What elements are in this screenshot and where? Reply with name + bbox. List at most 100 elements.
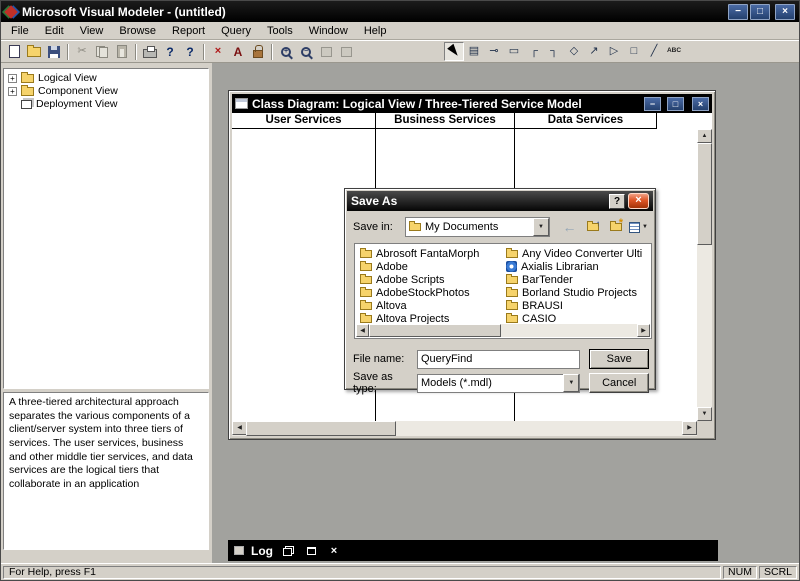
new-button[interactable] xyxy=(4,42,24,61)
delete-button[interactable]: × xyxy=(208,42,228,61)
context-help-button[interactable]: ? xyxy=(160,42,180,61)
log-close-button[interactable]: × xyxy=(326,544,342,558)
zoom-out-button[interactable]: − xyxy=(296,42,316,61)
scroll-right-button[interactable]: ▶ xyxy=(682,421,697,435)
dialog-help-button[interactable]: ? xyxy=(609,194,625,209)
folder-item[interactable]: Abrosoft FantaMorph xyxy=(360,247,479,260)
menu-help[interactable]: Help xyxy=(356,23,395,39)
folder-item[interactable]: BRAUSI xyxy=(506,299,642,312)
view-menu-button[interactable]: ▼ xyxy=(628,218,649,237)
dialog-titlebar[interactable]: Save As ? × xyxy=(347,191,653,211)
folder-item[interactable]: Altova xyxy=(360,299,479,312)
scroll-left-button[interactable]: ◀ xyxy=(232,421,247,435)
association-directed-tool-button[interactable]: ┐ xyxy=(544,42,564,61)
folder-item[interactable]: Adobe Scripts xyxy=(360,273,479,286)
fit-window-button[interactable] xyxy=(316,42,336,61)
titlebar[interactable]: Microsoft Visual Modeler - (untitled) − … xyxy=(1,1,799,22)
help-button[interactable]: ? xyxy=(180,42,200,61)
copy-button[interactable] xyxy=(92,42,112,61)
scroll-right-button[interactable]: ▶ xyxy=(637,324,650,337)
aggregation-tool-button[interactable]: ◇ xyxy=(564,42,584,61)
column-header-data-services: Data Services xyxy=(515,113,657,129)
cut-button[interactable]: ✂ xyxy=(72,42,92,61)
horizontal-scroll-thumb[interactable] xyxy=(246,421,396,436)
maximize-button[interactable]: □ xyxy=(750,4,770,20)
folder-item[interactable]: Adobe xyxy=(360,260,479,273)
menu-query[interactable]: Query xyxy=(213,23,259,39)
menu-tools[interactable]: Tools xyxy=(259,23,301,39)
menu-browse[interactable]: Browse xyxy=(111,23,164,39)
folder-icon xyxy=(409,223,421,231)
generalization-tool-button[interactable]: ▷ xyxy=(604,42,624,61)
folder-item[interactable]: BarTender xyxy=(506,273,642,286)
up-one-level-button[interactable]: ↑ xyxy=(582,218,603,237)
text-tool-button[interactable]: ABC xyxy=(664,42,684,61)
vertical-scroll-thumb[interactable] xyxy=(697,143,712,245)
minimize-button[interactable]: − xyxy=(728,4,748,20)
tree-item-component-view[interactable]: + Component View xyxy=(8,85,206,97)
list-horizontal-scrollbar[interactable]: ◀ ▶ xyxy=(356,324,650,337)
save-button[interactable] xyxy=(44,42,64,61)
open-button[interactable] xyxy=(24,42,44,61)
log-maximize-button[interactable] xyxy=(303,544,319,558)
menu-view[interactable]: View xyxy=(72,23,112,39)
diagram-close-button[interactable]: × xyxy=(692,97,709,111)
toolbar-separator xyxy=(203,44,205,60)
new-folder-button[interactable]: * xyxy=(605,218,626,237)
save-in-combobox[interactable]: My Documents ▼ xyxy=(405,217,550,237)
note-tool-button[interactable]: ▭ xyxy=(504,42,524,61)
cancel-button[interactable]: Cancel xyxy=(589,373,649,393)
diagram-maximize-button[interactable]: □ xyxy=(667,97,684,111)
menu-window[interactable]: Window xyxy=(301,23,356,39)
back-button[interactable]: ← xyxy=(559,218,580,237)
select-tool-button[interactable] xyxy=(444,42,464,61)
diagram-titlebar[interactable]: Class Diagram: Logical View / Three-Tier… xyxy=(232,94,712,113)
horizontal-scrollbar[interactable]: ◀ ▶ xyxy=(232,421,697,436)
folder-item[interactable]: Axialis Librarian xyxy=(506,260,642,273)
vertical-scrollbar[interactable]: ▲ ▼ xyxy=(697,129,712,421)
log-window-titlebar[interactable]: Log × xyxy=(228,540,718,561)
scroll-left-button[interactable]: ◀ xyxy=(356,324,369,337)
diagram-minimize-button[interactable]: − xyxy=(644,97,661,111)
dependency-tool-button[interactable]: ↗ xyxy=(584,42,604,61)
folder-item[interactable]: AdobeStockPhotos xyxy=(360,286,479,299)
menu-file[interactable]: File xyxy=(3,23,37,39)
print-button[interactable] xyxy=(140,42,160,61)
pan-button[interactable] xyxy=(336,42,356,61)
folder-item[interactable]: Borland Studio Projects xyxy=(506,286,642,299)
file-name-input[interactable] xyxy=(417,350,580,369)
expand-icon[interactable]: + xyxy=(8,87,17,96)
back-arrow-icon: ← xyxy=(563,219,577,235)
dialog-close-button[interactable]: × xyxy=(628,193,649,209)
list-scroll-thumb[interactable] xyxy=(369,324,501,337)
dropdown-button[interactable]: ▼ xyxy=(533,218,549,236)
tree-item-logical-view[interactable]: + Logical View xyxy=(8,72,206,84)
close-button[interactable]: × xyxy=(775,4,795,20)
line-tool-button[interactable]: ╱ xyxy=(644,42,664,61)
toolbar-separator xyxy=(271,44,273,60)
folder-item[interactable]: Any Video Converter Ulti xyxy=(506,247,642,260)
axialis-app-icon xyxy=(506,261,517,272)
log-restore-button[interactable] xyxy=(280,544,296,558)
menu-edit[interactable]: Edit xyxy=(37,23,72,39)
save-as-type-combobox[interactable]: Models (*.mdl) ▼ xyxy=(417,374,580,393)
documentation-panel[interactable]: A three-tiered architectural approach se… xyxy=(3,392,209,550)
interface-tool-button[interactable]: ⊸ xyxy=(484,42,504,61)
paste-button[interactable] xyxy=(112,42,132,61)
font-button[interactable]: A xyxy=(228,42,248,61)
scroll-down-button[interactable]: ▼ xyxy=(697,407,712,421)
menu-report[interactable]: Report xyxy=(164,23,213,39)
package-tool-button[interactable]: □ xyxy=(624,42,644,61)
class-tool-button[interactable]: ▤ xyxy=(464,42,484,61)
line-icon: ╱ xyxy=(651,46,658,57)
lock-button[interactable] xyxy=(248,42,268,61)
association-tool-button[interactable]: ┌ xyxy=(524,42,544,61)
model-tree-panel[interactable]: + Logical View + Component View Deployme… xyxy=(3,68,209,389)
tree-item-deployment-view[interactable]: Deployment View xyxy=(8,98,206,110)
zoom-in-button[interactable]: + xyxy=(276,42,296,61)
scroll-up-button[interactable]: ▲ xyxy=(697,129,712,143)
folder-list[interactable]: Abrosoft FantaMorph Adobe Adobe Scripts … xyxy=(354,243,652,339)
expand-icon[interactable]: + xyxy=(8,74,17,83)
save-confirm-button[interactable]: Save xyxy=(589,349,649,369)
dropdown-button[interactable]: ▼ xyxy=(563,374,579,392)
